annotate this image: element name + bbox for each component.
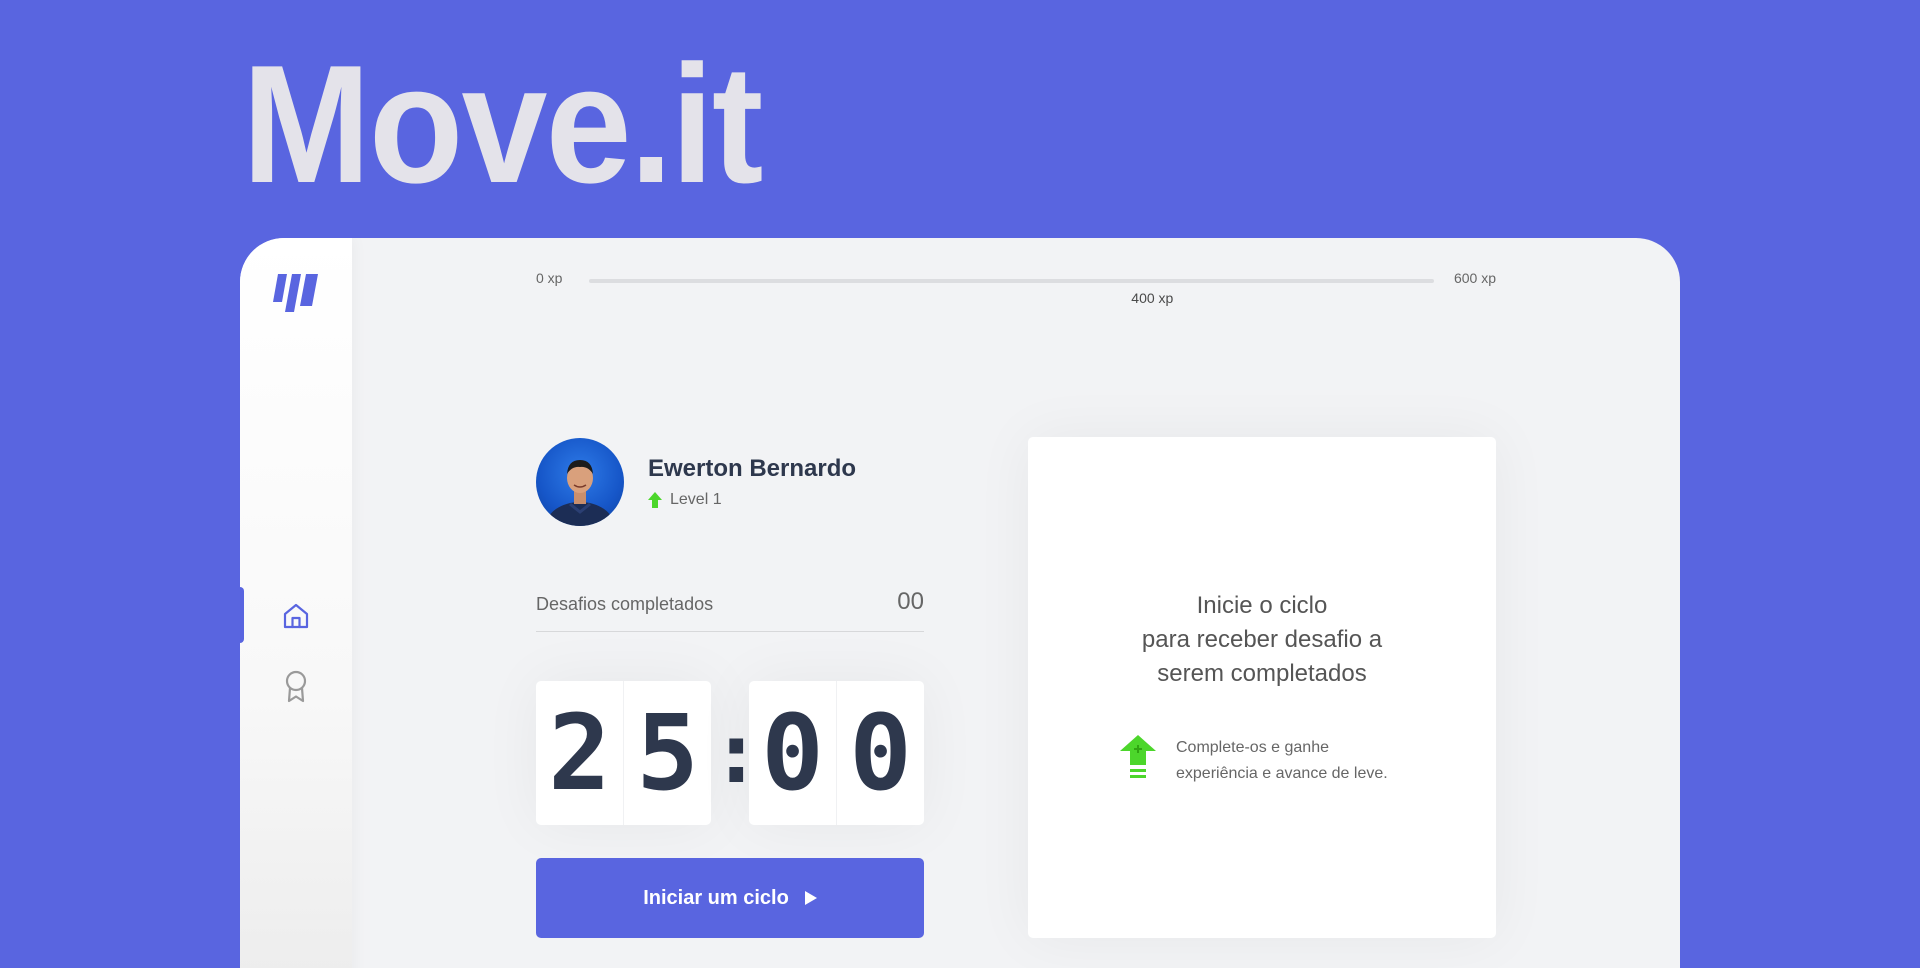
- completed-challenges: Desafios completados 00: [536, 588, 924, 632]
- challenge-title: Inicie o ciclo para receber desafio a se…: [1142, 589, 1382, 691]
- play-icon: [804, 891, 817, 905]
- countdown-minutes: 2 5: [536, 681, 711, 825]
- profile-level-label: Level 1: [670, 491, 722, 508]
- level-up-arrow-icon: [648, 492, 662, 508]
- experience-bar: 0 xp 400 xp 600 xp: [536, 270, 1496, 310]
- challenge-hint-text: Complete-os e ganhe experiência e avance…: [1176, 735, 1404, 787]
- avatar: [536, 438, 624, 526]
- app-window: 0 xp 400 xp 600 xp Ewerton Bernardo Leve…: [240, 238, 1680, 968]
- profile-level: Level 1: [648, 491, 856, 509]
- xp-current-label: 400 xp: [1131, 290, 1174, 306]
- profile-name: Ewerton Bernardo: [648, 455, 857, 482]
- challenge-hint: Complete-os e ganhe experiência e avance…: [1120, 734, 1404, 787]
- countdown-seconds: 0 0: [749, 681, 924, 825]
- user-photo-icon: [546, 460, 614, 526]
- sidebar-item-home[interactable]: [240, 586, 352, 646]
- profile: Ewerton Bernardo Level 1: [536, 438, 856, 526]
- level-up-icon: [1120, 734, 1156, 778]
- challenge-title-line: serem completados: [1157, 659, 1367, 687]
- countdown-separator: :: [711, 704, 762, 802]
- countdown: 2 5 : 0 0: [536, 681, 924, 825]
- xp-track: [589, 279, 1434, 283]
- home-icon: [283, 603, 309, 629]
- xp-min-label: 0 xp: [536, 270, 563, 286]
- challenge-box: Inicie o ciclo para receber desafio a se…: [1028, 437, 1496, 938]
- countdown-digit: 0: [849, 692, 912, 814]
- sidebar-item-awards[interactable]: [240, 656, 352, 716]
- countdown-digit: 0: [749, 681, 837, 825]
- start-cycle-button[interactable]: Iniciar um ciclo: [536, 858, 924, 938]
- award-icon: [285, 670, 307, 703]
- sidebar: [240, 238, 352, 968]
- completed-label: Desafios completados: [536, 594, 714, 614]
- challenge-hint-line: experiência e avance de leve.: [1176, 764, 1388, 782]
- challenge-title-line: para receber desafio a: [1141, 625, 1383, 653]
- countdown-digit: 5: [636, 692, 699, 814]
- move-it-logo-icon[interactable]: [272, 270, 320, 312]
- countdown-digit: 2: [536, 681, 624, 825]
- challenge-title-line: Inicie o ciclo: [1196, 591, 1328, 619]
- brand-title: Move.it: [242, 30, 763, 218]
- start-cycle-label: Iniciar um ciclo: [643, 886, 789, 909]
- challenge-hint-line: Complete-os e ganhe: [1176, 738, 1329, 756]
- xp-max-label: 600 xp: [1453, 270, 1496, 286]
- completed-count: 00: [897, 588, 924, 615]
